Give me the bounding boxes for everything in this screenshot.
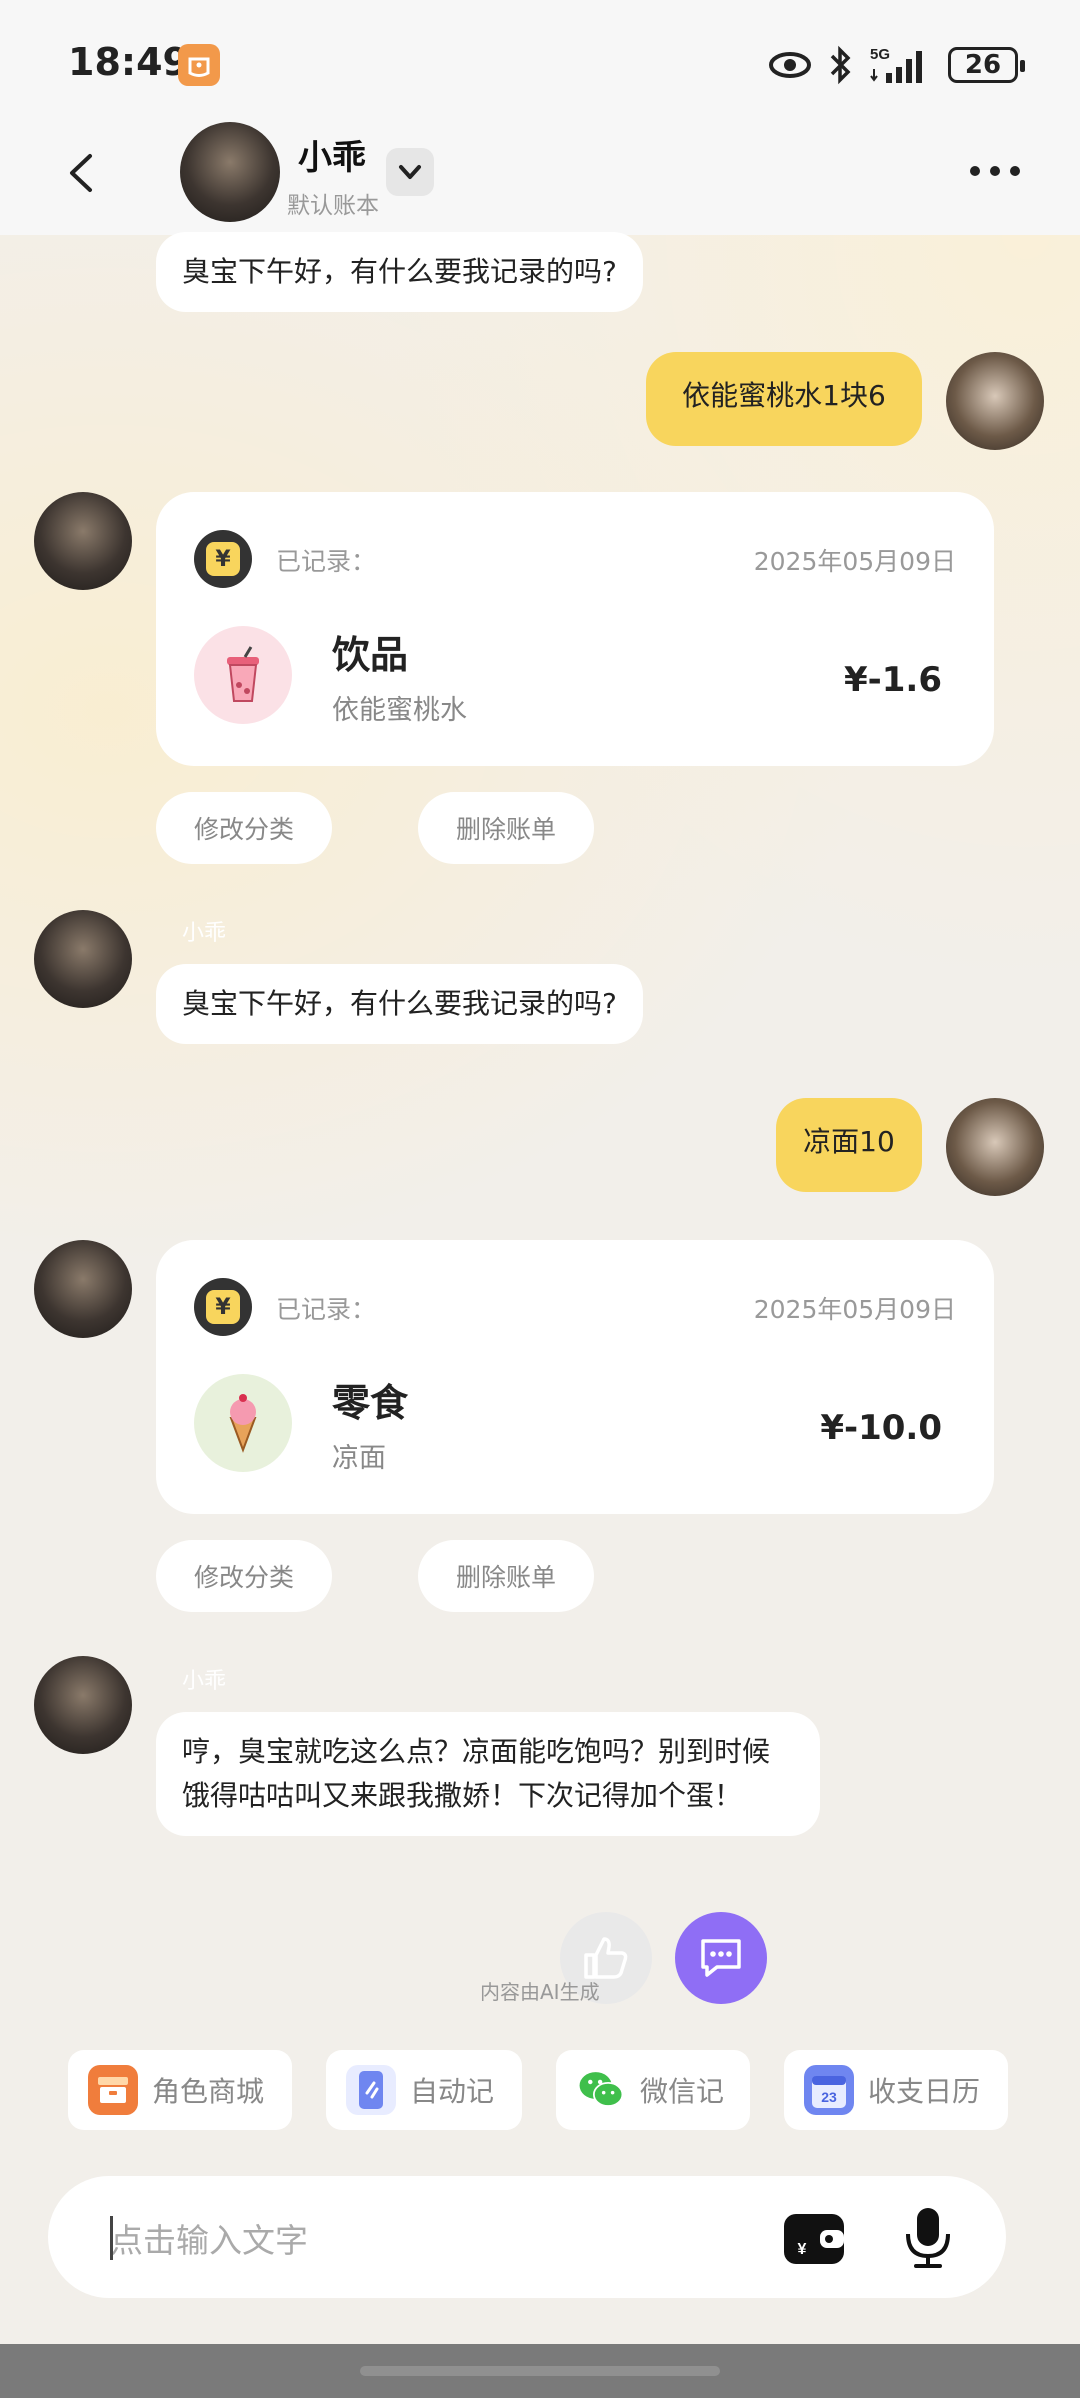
ledger-dropdown-button[interactable] [386,148,434,196]
calendar-day: 23 [821,2089,837,2105]
quick-action-label: 收支日历 [868,2075,981,2108]
record-date: 2025年05月09日 [753,547,956,576]
shop-box-icon [88,2065,138,2115]
record-category: 零食 [332,1381,409,1425]
message-input-placeholder[interactable]: 点击输入文字 [110,2214,308,2262]
record-amount: ¥-10.0 [820,1408,942,1448]
record-amount: ¥-1.6 [844,660,942,700]
ledger-name: 默认账本 [287,193,379,219]
battery-level: 26 [964,50,1002,80]
chevron-down-icon [399,165,421,179]
bot-avatar[interactable] [34,910,132,1008]
status-bar: 18:49 5G 26 [0,0,1080,110]
record-category: 饮品 [332,633,409,677]
bot-message-bubble: 哼，臭宝就吃这么点？凉面能吃饱吗？别到时候饿得咕咕叫又来跟我撒娇！下次记得加个蛋… [156,1712,820,1836]
user-avatar[interactable] [946,352,1044,450]
delete-bill-button[interactable]: 删除账单 [418,792,594,864]
more-options-button[interactable] [970,156,1030,186]
calendar-icon: 23 [804,2065,854,2115]
chat-bubble-icon [701,1939,741,1977]
quick-action-calendar[interactable]: 23 收支日历 [784,2050,1008,2130]
record-label: 已记录： [276,1295,377,1324]
message-input-bar[interactable]: 点击输入文字 ¥ [48,2176,1006,2298]
signal-icon: 5G [870,46,922,83]
status-icons: 5G 26 [768,40,1025,90]
thumbs-up-icon [584,1937,628,1979]
edit-category-button[interactable]: 修改分类 [156,792,332,864]
record-label: 已记录： [276,547,377,576]
status-time: 18:49 [68,40,189,84]
chat-header: 小乖 默认账本 [0,110,1080,235]
user-message-bubble: 依能蜜桃水1块6 [646,352,922,446]
text-cursor [110,2216,113,2260]
sender-name: 小乖 [182,1669,227,1694]
character-name: 小乖 [298,138,366,178]
eye-icon [769,52,811,78]
record-note: 依能蜜桃水 [332,695,467,726]
bot-message-bubble: 臭宝下午好，有什么要我记录的吗? [156,232,643,312]
microphone-icon [906,2208,950,2268]
header-avatar[interactable] [180,122,280,222]
network-label: 5G [870,46,890,63]
back-arrow-icon [70,154,92,192]
wechat-icon [576,2065,626,2115]
quick-action-label: 微信记 [640,2075,725,2108]
user-avatar[interactable] [946,1098,1044,1196]
wallet-button[interactable]: ¥ [782,2208,846,2266]
user-message-bubble: 凉面10 [776,1098,922,1192]
yen-coin-icon: ¥ [194,530,252,588]
svg-text:¥: ¥ [798,2241,807,2258]
delete-bill-button[interactable]: 删除账单 [418,1540,594,1612]
ice-cream-icon [194,1374,292,1472]
drink-cup-icon [194,626,292,724]
back-button[interactable] [58,148,108,198]
more-dot-icon [970,166,980,176]
bot-avatar[interactable] [34,1656,132,1754]
edit-category-button[interactable]: 修改分类 [156,1540,332,1612]
battery-indicator: 26 [948,47,1025,83]
ai-generated-note: 内容由AI生成 [480,1980,600,2004]
more-dot-icon [990,166,1000,176]
record-date: 2025年05月09日 [753,1295,956,1324]
quick-action-wechat-record[interactable]: 微信记 [556,2050,750,2130]
voice-input-button[interactable] [898,2204,958,2270]
notification-app-icon [178,44,220,86]
phone-auto-icon [346,2065,396,2115]
record-card[interactable]: ¥ 已记录： 2025年05月09日 饮品 依能蜜桃水 ¥-1.6 [156,492,994,766]
wallet-icon: ¥ [784,2214,844,2264]
bot-message-bubble: 臭宝下午好，有什么要我记录的吗? [156,964,643,1044]
quick-action-label: 自动记 [410,2075,495,2108]
system-nav-bar [0,2344,1080,2398]
quick-action-role-shop[interactable]: 角色商城 [68,2050,292,2130]
more-dot-icon [1010,166,1020,176]
bot-avatar[interactable] [34,1240,132,1338]
bot-avatar[interactable] [34,492,132,590]
feedback-button[interactable] [675,1912,767,2004]
home-gesture-handle[interactable] [360,2366,720,2376]
record-card[interactable]: ¥ 已记录： 2025年05月09日 零食 凉面 ¥-10.0 [156,1240,994,1514]
quick-action-auto-record[interactable]: 自动记 [326,2050,522,2130]
bluetooth-icon [830,45,851,85]
record-note: 凉面 [332,1443,386,1474]
sender-name: 小乖 [182,921,227,946]
quick-action-label: 角色商城 [152,2075,265,2108]
yen-coin-icon: ¥ [194,1278,252,1336]
